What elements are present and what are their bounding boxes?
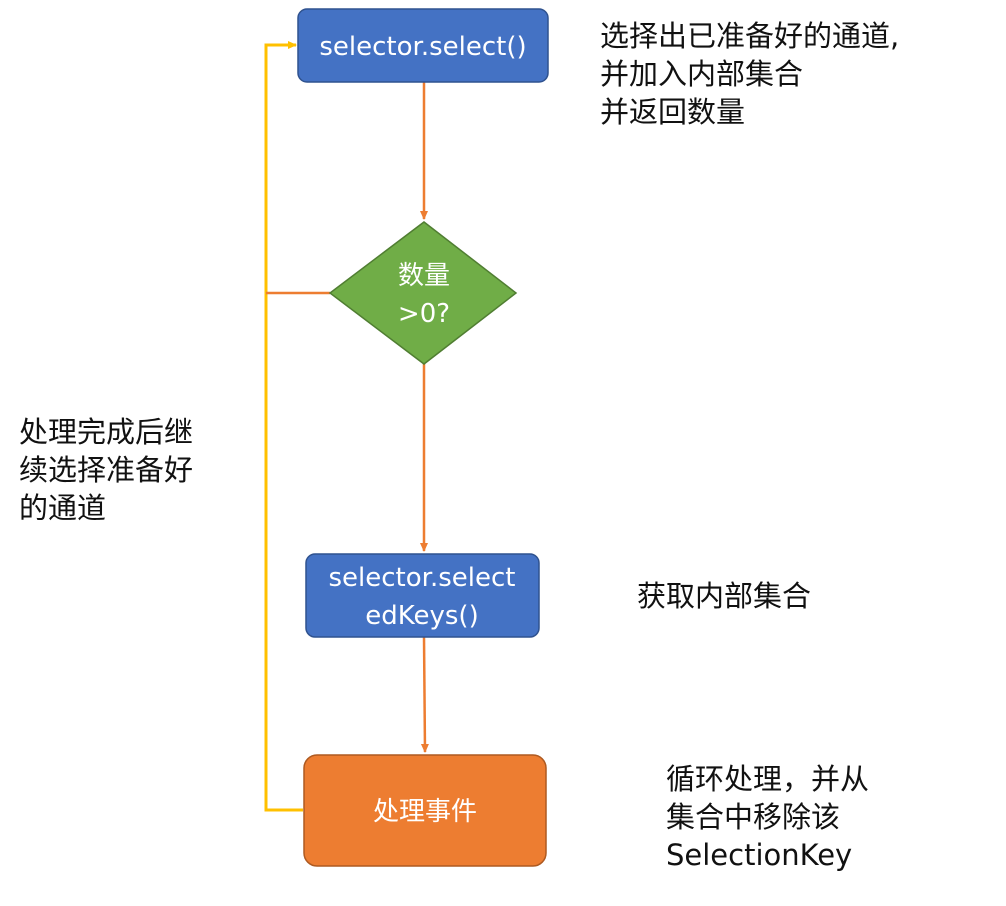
select-annotation-line: 并加入内部集合 (600, 57, 804, 91)
process-annotation: 循环处理，并从 集合中移除该 SelectionKey (666, 760, 869, 874)
selected-keys-label-line1: selector.select (329, 563, 516, 593)
selected-keys-annotation: 获取内部集合 (637, 577, 811, 615)
process-annotation-line: SelectionKey (666, 838, 853, 872)
process-events-node: 处理事件 (303, 754, 547, 867)
select-node: selector.select() (297, 8, 549, 83)
loop-annotation-line: 的通道 (19, 491, 107, 525)
process-annotation-line: 集合中移除该 (666, 800, 841, 834)
arrow-selected-keys-to-process (420, 636, 429, 753)
decision-label-line2: >0? (398, 299, 450, 329)
select-annotation-line: 选择出已准备好的通道, (600, 19, 900, 53)
decision-label-line1: 数量 (398, 261, 450, 291)
loop-annotation-line: 处理完成后继 (19, 415, 194, 449)
count-decision-node: 数量 >0? (328, 221, 518, 365)
select-annotation-line: 并返回数量 (600, 95, 746, 129)
loop-annotation: 处理完成后继 续选择准备好 的通道 (19, 413, 193, 527)
process-annotation-line: 循环处理，并从 (666, 762, 870, 796)
select-node-label: selector.select() (319, 32, 526, 62)
selected-keys-node: selector.select edKeys() (305, 553, 540, 638)
process-events-label: 处理事件 (373, 797, 477, 827)
select-annotation: 选择出已准备好的通道, 并加入内部集合 并返回数量 (600, 17, 899, 131)
selected-keys-label-line2: edKeys() (365, 601, 478, 631)
loop-back-line (264, 41, 303, 812)
selected-keys-annotation-line: 获取内部集合 (637, 579, 812, 613)
loop-annotation-line: 续选择准备好 (19, 453, 194, 487)
